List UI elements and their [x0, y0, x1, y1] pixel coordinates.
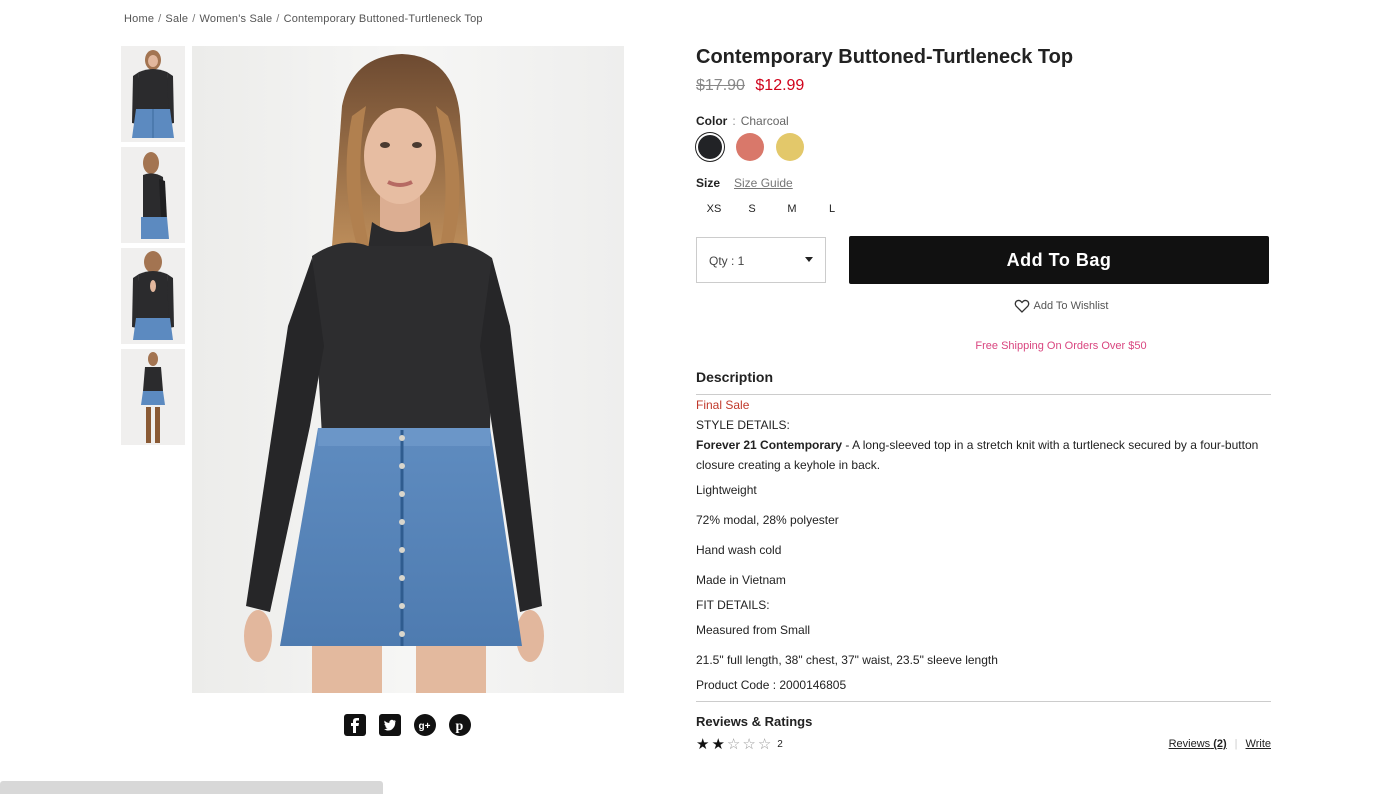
reviews-heading: Reviews & Ratings [696, 701, 1271, 729]
quantity-value: Qty : 1 [709, 254, 745, 268]
horizontal-scrollbar[interactable] [0, 781, 383, 794]
ratings-row: ★ ★ ☆ ☆ ☆ 2 Reviews (2) | Write [696, 735, 1271, 753]
thumbnail-list [121, 46, 185, 450]
wishlist-label: Add To Wishlist [1033, 300, 1109, 312]
heart-icon [1014, 299, 1029, 313]
thumbnail-back[interactable] [121, 248, 185, 344]
product-code: Product Code : 2000146805 [696, 678, 847, 692]
svg-text:p: p [456, 719, 464, 734]
size-l[interactable]: L [812, 203, 852, 215]
final-sale-label: Final Sale [696, 398, 750, 412]
star-filled-icon: ★ [711, 736, 725, 753]
star-rating: ★ ★ ☆ ☆ ☆ 2 [696, 735, 783, 753]
main-product-image[interactable] [192, 46, 624, 693]
measured-note: Measured from Small [696, 623, 811, 637]
color-swatches [696, 133, 1271, 161]
description-body: Final Sale STYLE DETAILS: Forever 21 Con… [696, 395, 1271, 695]
price-block: $17.90 $12.99 [696, 76, 1271, 96]
pinterest-icon[interactable]: p [449, 714, 471, 736]
product-info: Contemporary Buttoned-Turtleneck Top $17… [696, 44, 1271, 753]
breadcrumb: Home / Sale / Women's Sale / Contemporary Butt… [124, 13, 483, 25]
feature-item: 72% modal, 28% polyester [696, 513, 839, 527]
swatch-coral[interactable] [736, 133, 764, 161]
rating-count: 2 [777, 738, 783, 750]
color-selector: Color: Charcoal [696, 114, 1271, 161]
swatch-charcoal[interactable] [698, 135, 722, 159]
original-price: $17.90 [696, 77, 745, 94]
fit-details-label: FIT DETAILS: [696, 598, 770, 612]
thumbnail-side[interactable] [121, 147, 185, 243]
breadcrumb-home[interactable]: Home [124, 13, 154, 25]
star-empty-icon: ☆ [757, 736, 772, 753]
thumbnail-front[interactable] [121, 46, 185, 142]
size-header: Size Size Guide [696, 176, 1271, 190]
star-empty-icon: ☆ [742, 736, 756, 753]
reviews-link-count: (2) [1213, 738, 1227, 750]
google-plus-icon[interactable]: g+ [414, 714, 436, 736]
caret-down-icon [805, 257, 813, 262]
product-title: Contemporary Buttoned-Turtleneck Top [696, 46, 1074, 68]
swatch-yellow[interactable] [776, 133, 804, 161]
color-label: Color [696, 114, 728, 128]
description-summary: Forever 21 Contemporary - A long-sleeved… [696, 435, 1271, 475]
shipping-note: Free Shipping On Orders Over $50 [975, 340, 1147, 352]
breadcrumb-sale[interactable]: Sale [165, 13, 188, 25]
reviews-link-label: Reviews [1168, 738, 1211, 750]
star-filled-icon: ★ [696, 736, 710, 753]
description-heading: Description [696, 369, 1271, 395]
size-label: Size [696, 176, 721, 190]
style-details-label: STYLE DETAILS: [696, 418, 790, 432]
breadcrumb-womens-sale[interactable]: Women's Sale [200, 13, 273, 25]
breadcrumb-current: Contemporary Buttoned-Turtleneck Top [283, 13, 483, 25]
brand-name: Forever 21 Contemporary [696, 438, 843, 452]
twitter-icon[interactable] [379, 714, 401, 736]
feature-item: Lightweight [696, 483, 757, 497]
size-options: XS S M L [696, 203, 1271, 215]
write-review-link[interactable]: Write [1246, 738, 1271, 750]
size-guide-link[interactable]: Size Guide [734, 176, 793, 190]
reviews-link[interactable]: Reviews (2) [1169, 738, 1227, 750]
svg-text:g+: g+ [419, 721, 431, 732]
star-empty-icon: ☆ [726, 736, 741, 753]
size-s[interactable]: S [732, 203, 772, 215]
size-xs[interactable]: XS [696, 203, 732, 215]
sale-price: $12.99 [755, 77, 805, 94]
size-m[interactable]: M [772, 203, 812, 215]
add-to-wishlist-link[interactable]: Add To Wishlist [696, 298, 1271, 314]
thumbnail-full[interactable] [121, 349, 185, 445]
review-links: Reviews (2) | Write [1168, 738, 1271, 750]
add-to-bag-button[interactable]: Add To Bag [849, 236, 1269, 284]
facebook-icon[interactable] [344, 714, 366, 736]
social-share: g+ p [344, 714, 471, 736]
purchase-row: Qty : 1 Add To Bag [696, 236, 1271, 284]
quantity-select[interactable]: Qty : 1 [696, 237, 826, 283]
measurements: 21.5" full length, 38" chest, 37" waist,… [696, 653, 998, 667]
feature-item: Made in Vietnam [696, 573, 786, 587]
selected-color: Charcoal [740, 114, 789, 128]
feature-item: Hand wash cold [696, 543, 782, 557]
